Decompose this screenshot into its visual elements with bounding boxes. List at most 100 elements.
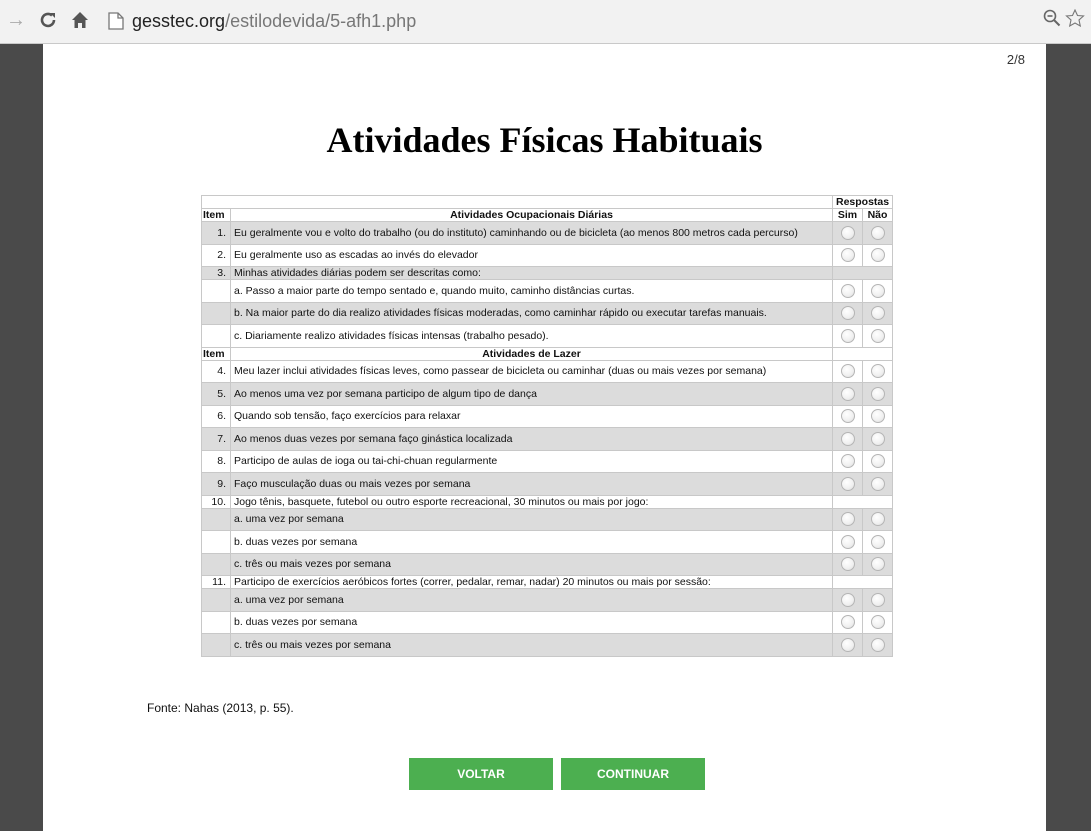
table-row: b. Na maior parte do dia realizo ativida… <box>201 301 894 325</box>
answer-cell-nao <box>861 301 894 325</box>
radio-sim[interactable] <box>840 534 855 549</box>
table-row: a. Passo a maior parte do tempo sentado … <box>201 279 894 303</box>
answer-cell-sim <box>832 382 863 406</box>
radio-nao[interactable] <box>870 225 885 240</box>
table-row: b. duas vezes por semana <box>201 530 894 554</box>
answer-cell-nao <box>861 427 894 451</box>
answer-cell-nao <box>861 610 894 634</box>
section-header-row: Item Atividades de Lazer <box>201 346 894 361</box>
zoom-icon[interactable] <box>1043 9 1061 32</box>
radio-nao[interactable] <box>870 283 885 298</box>
answer-cell-nao <box>861 507 894 531</box>
answer-cell-sim <box>832 301 863 325</box>
radio-sim[interactable] <box>840 364 855 379</box>
item-number <box>201 507 231 531</box>
radio-sim[interactable] <box>840 592 855 607</box>
radio-sim[interactable] <box>840 248 855 263</box>
item-number: 7. <box>201 427 231 451</box>
blank-cell <box>201 195 833 209</box>
reload-icon[interactable] <box>36 8 60 32</box>
item-number: 11. <box>201 575 231 589</box>
item-text: Participo de aulas de ioga ou tai-chi-ch… <box>230 449 833 473</box>
item-number <box>201 279 231 303</box>
radio-sim[interactable] <box>840 615 855 630</box>
item-header: Item <box>201 346 231 361</box>
item-number <box>201 530 231 554</box>
item-text: b. duas vezes por semana <box>230 610 833 634</box>
item-text: Quando sob tensão, faço exercícios para … <box>230 404 833 428</box>
item-text: Eu geralmente vou e volto do trabalho (o… <box>230 221 833 245</box>
item-number <box>201 324 231 348</box>
answer-cell-nao <box>861 552 894 576</box>
answer-cell-sim <box>832 588 863 612</box>
item-text: b. Na maior parte do dia realizo ativida… <box>230 301 833 325</box>
table-row: 11. Participo de exercícios aeróbicos for… <box>201 575 894 589</box>
item-text: c. Diariamente realizo atividades física… <box>230 324 833 348</box>
answer-cell-sim <box>832 404 863 428</box>
radio-nao[interactable] <box>870 557 885 572</box>
answer-cell-nao <box>861 243 894 267</box>
answer-cell-nao <box>861 359 894 383</box>
item-number: 5. <box>201 382 231 406</box>
forward-icon[interactable]: → <box>4 8 28 32</box>
radio-nao[interactable] <box>870 476 885 491</box>
item-text: a. uma vez por semana <box>230 588 833 612</box>
answer-cell-nao <box>861 382 894 406</box>
table-row: 4. Meu lazer inclui atividades físicas le… <box>201 359 894 383</box>
radio-sim[interactable] <box>840 386 855 401</box>
radio-nao[interactable] <box>870 431 885 446</box>
radio-sim[interactable] <box>840 431 855 446</box>
radio-sim[interactable] <box>840 283 855 298</box>
radio-sim[interactable] <box>840 225 855 240</box>
radio-nao[interactable] <box>870 615 885 630</box>
table-row: 8. Participo de aulas de ioga ou tai-chi-… <box>201 449 894 473</box>
radio-sim[interactable] <box>840 306 855 321</box>
radio-nao[interactable] <box>870 364 885 379</box>
bookmark-star-icon[interactable] <box>1065 8 1085 32</box>
radio-sim[interactable] <box>840 409 855 424</box>
radio-nao[interactable] <box>870 534 885 549</box>
page-icon <box>108 12 124 30</box>
answer-cell-sim <box>832 610 863 634</box>
continue-button[interactable]: CONTINUAR <box>561 758 705 790</box>
radio-nao[interactable] <box>870 306 885 321</box>
radio-nao[interactable] <box>870 454 885 469</box>
answer-cell-nao <box>861 324 894 348</box>
blank-answer-cell <box>831 494 894 509</box>
radio-sim[interactable] <box>840 454 855 469</box>
blank-answer-cell <box>831 266 894 280</box>
radio-nao[interactable] <box>870 637 885 652</box>
url-text: gesstec.org/estilodevida/5-afh1.php <box>132 11 416 32</box>
table-row: c. três ou mais vezes por semana <box>201 552 894 576</box>
item-number <box>201 588 231 612</box>
home-icon[interactable] <box>68 8 92 32</box>
back-button[interactable]: VOLTAR <box>409 758 553 790</box>
item-text: Eu geralmente uso as escadas ao invés do… <box>230 243 833 267</box>
table-row: c. Diariamente realizo atividades física… <box>201 324 894 348</box>
blank-answer-cell <box>831 575 894 589</box>
blank-answer-cell <box>831 346 894 361</box>
answer-cell-nao <box>861 221 894 245</box>
item-text: b. duas vezes por semana <box>230 530 833 554</box>
answer-cell-sim <box>832 427 863 451</box>
radio-nao[interactable] <box>870 328 885 343</box>
radio-nao[interactable] <box>870 386 885 401</box>
radio-nao[interactable] <box>870 409 885 424</box>
item-text: c. três ou mais vezes por semana <box>230 633 833 657</box>
page-number: 2/8 <box>1006 52 1025 67</box>
radio-sim[interactable] <box>840 512 855 527</box>
item-text: Jogo tênis, basquete, futebol ou outro e… <box>230 494 833 509</box>
answer-cell-sim <box>832 359 863 383</box>
radio-sim[interactable] <box>840 557 855 572</box>
radio-sim[interactable] <box>840 328 855 343</box>
radio-nao[interactable] <box>870 512 885 527</box>
radio-sim[interactable] <box>840 637 855 652</box>
url-host: gesstec.org <box>132 10 226 31</box>
answer-cell-sim <box>832 507 863 531</box>
radio-sim[interactable] <box>840 476 855 491</box>
radio-nao[interactable] <box>870 592 885 607</box>
item-number: 4. <box>201 359 231 383</box>
radio-nao[interactable] <box>870 248 885 263</box>
page-title: Atividades Físicas Habituais <box>326 120 763 160</box>
address-bar[interactable]: gesstec.org/estilodevida/5-afh1.php <box>108 6 1083 36</box>
